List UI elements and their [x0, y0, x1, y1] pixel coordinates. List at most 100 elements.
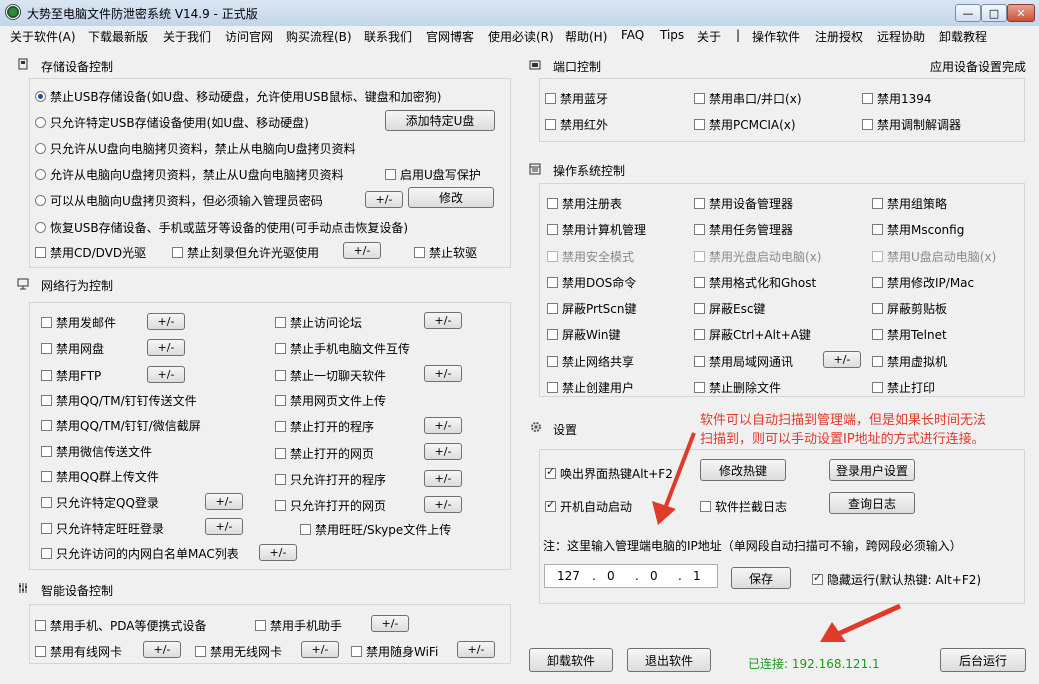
modify-password-button[interactable]: 修改 — [408, 187, 494, 208]
checkbox-block-print[interactable]: 禁止打印 — [872, 379, 935, 396]
qq-plus-minus-button[interactable]: +/- — [205, 493, 243, 510]
ftp-plus-minus-button[interactable]: +/- — [147, 366, 185, 383]
allowed-webpages-plus-minus-button[interactable]: +/- — [424, 496, 462, 513]
checkbox-disable-qq-group[interactable]: 禁用QQ群上传文件 — [41, 468, 159, 485]
checkbox-block-net-share[interactable]: 禁止网络共享 — [547, 353, 634, 370]
radio-allow-specific-usb[interactable]: 只允许特定USB存储设备使用(如U盘、移动硬盘) — [35, 114, 309, 131]
mac-plus-minus-button[interactable]: +/- — [259, 544, 297, 561]
checkbox-block-burn[interactable]: 禁止刻录但允许光驱使用 — [172, 244, 319, 261]
checkbox-autostart[interactable]: 开机自动启动 — [545, 498, 632, 515]
checkbox-specific-wangwang[interactable]: 只允许特定旺旺登录 — [41, 520, 164, 537]
checkbox-disable-netdisk[interactable]: 禁用网盘 — [41, 340, 104, 357]
maximize-button[interactable]: □ — [981, 4, 1007, 22]
checkbox-allowed-programs[interactable]: 只允许打开的程序 — [275, 471, 386, 488]
ip-octet-1[interactable]: 127 — [557, 569, 580, 583]
blocked-webpages-plus-minus-button[interactable]: +/- — [424, 443, 462, 460]
chat-plus-minus-button[interactable]: +/- — [424, 365, 462, 382]
checkbox-disable-pcmcia[interactable]: 禁用PCMCIA(x) — [694, 116, 796, 133]
checkbox-disable-1394[interactable]: 禁用1394 — [862, 90, 932, 107]
uninstall-software-button[interactable]: 卸载软件 — [529, 648, 613, 672]
checkbox-udisk-write-protect[interactable]: 启用U盘写保护 — [385, 166, 481, 183]
checkbox-disable-cd-boot[interactable]: 禁用光盘启动电脑(x) — [694, 248, 821, 265]
menu-download[interactable]: 下载最新版 — [88, 28, 148, 45]
radio-block-usb[interactable]: 禁止USB存储设备(如U盘、移动硬盘，允许使用USB鼠标、键盘和加密狗) — [35, 88, 441, 105]
radio-pc-to-udisk-only[interactable]: 允许从电脑向U盘拷贝资料，禁止从U盘向电脑拷贝资料 — [35, 166, 344, 183]
checkbox-block-create-user[interactable]: 禁止创建用户 — [547, 379, 634, 396]
checkbox-disable-dos[interactable]: 禁用DOS命令 — [547, 274, 636, 291]
checkbox-disable-modem[interactable]: 禁用调制解调器 — [862, 116, 961, 133]
menu-faq[interactable]: FAQ — [621, 28, 644, 42]
checkbox-disable-portable-wifi[interactable]: 禁用随身WiFi — [351, 643, 438, 660]
checkbox-disable-lan-comm[interactable]: 禁用局域网通讯 — [694, 353, 793, 370]
checkbox-disable-screenshot[interactable]: 禁用QQ/TM/钉钉/微信截屏 — [41, 417, 201, 434]
checkbox-block-chat[interactable]: 禁止一切聊天软件 — [275, 367, 386, 384]
menu-must-read[interactable]: 使用必读(R) — [488, 28, 554, 45]
checkbox-block-esc[interactable]: 屏蔽Esc键 — [694, 300, 765, 317]
checkbox-specific-qq[interactable]: 只允许特定QQ登录 — [41, 494, 159, 511]
query-log-button[interactable]: 查询日志 — [829, 492, 915, 514]
lan-comm-plus-minus-button[interactable]: +/- — [823, 351, 861, 368]
menu-about-us[interactable]: 关于我们 — [163, 28, 211, 45]
modify-hotkey-button[interactable]: 修改热键 — [700, 459, 786, 481]
checkbox-disable-usb-boot[interactable]: 禁用U盘启动电脑(x) — [872, 248, 996, 265]
wired-nic-plus-minus-button[interactable]: +/- — [143, 641, 181, 658]
checkbox-block-forum[interactable]: 禁止访问论坛 — [275, 314, 362, 331]
login-user-settings-button[interactable]: 登录用户设置 — [829, 459, 915, 481]
radio-udisk-to-pc-only[interactable]: 只允许从U盘向电脑拷贝资料，禁止从电脑向U盘拷贝资料 — [35, 140, 356, 157]
checkbox-disable-cd-dvd[interactable]: 禁用CD/DVD光驱 — [35, 244, 146, 261]
checkbox-block-prtscn[interactable]: 屏蔽PrtScn键 — [547, 300, 637, 317]
checkbox-disable-vm[interactable]: 禁用虚拟机 — [872, 353, 947, 370]
exit-software-button[interactable]: 退出软件 — [627, 648, 711, 672]
checkbox-disable-telnet[interactable]: 禁用Telnet — [872, 326, 947, 343]
checkbox-block-win-key[interactable]: 屏蔽Win键 — [547, 326, 621, 343]
checkbox-disable-qq-file[interactable]: 禁用QQ/TM/钉钉传送文件 — [41, 392, 197, 409]
email-plus-minus-button[interactable]: +/- — [147, 313, 185, 330]
checkbox-disable-infrared[interactable]: 禁用红外 — [545, 116, 608, 133]
checkbox-disable-registry[interactable]: 禁用注册表 — [547, 195, 622, 212]
checkbox-disable-portable[interactable]: 禁用手机、PDA等便携式设备 — [35, 617, 206, 634]
menu-remote-assist[interactable]: 远程协助 — [877, 28, 925, 45]
checkbox-disable-safe-mode[interactable]: 禁用安全模式 — [547, 248, 634, 265]
allowed-programs-plus-minus-button[interactable]: +/- — [424, 470, 462, 487]
save-ip-button[interactable]: 保存 — [731, 567, 791, 589]
password-plus-minus-button[interactable]: +/- — [365, 191, 403, 208]
menu-purchase[interactable]: 购买流程(B) — [286, 28, 352, 45]
wangwang-plus-minus-button[interactable]: +/- — [205, 518, 243, 535]
menu-uninstall-guide[interactable]: 卸载教程 — [939, 28, 987, 45]
checkbox-block-floppy[interactable]: 禁止软驱 — [414, 244, 477, 261]
menu-operate[interactable]: 操作软件 — [752, 28, 800, 45]
minimize-button[interactable]: — — [955, 4, 981, 22]
radio-restore-usb[interactable]: 恢复USB存储设备、手机或蓝牙等设备的使用(可手动点击恢复设备) — [35, 219, 408, 236]
checkbox-disable-bluetooth[interactable]: 禁用蓝牙 — [545, 90, 608, 107]
menu-tips[interactable]: Tips — [660, 28, 684, 42]
radio-require-admin-password[interactable]: 可以从电脑向U盘拷贝资料，但必须输入管理员密码 — [35, 192, 323, 209]
forum-plus-minus-button[interactable]: +/- — [424, 312, 462, 329]
menu-help[interactable]: 帮助(H) — [565, 28, 607, 45]
portable-wifi-plus-minus-button[interactable]: +/- — [457, 641, 495, 658]
checkbox-disable-task-manager[interactable]: 禁用任务管理器 — [694, 221, 793, 238]
checkbox-disable-computer-mgmt[interactable]: 禁用计算机管理 — [547, 221, 646, 238]
menu-about-software[interactable]: 关于软件(A) — [10, 28, 76, 45]
checkbox-block-clipboard[interactable]: 屏蔽剪贴板 — [872, 300, 947, 317]
checkbox-allowed-webpages[interactable]: 只允许打开的网页 — [275, 497, 386, 514]
phone-assistant-plus-minus-button[interactable]: +/- — [371, 615, 409, 632]
checkbox-disable-ftp[interactable]: 禁用FTP — [41, 367, 101, 384]
ip-octet-3[interactable]: 0 — [650, 569, 658, 583]
checkbox-disable-format-ghost[interactable]: 禁用格式化和Ghost — [694, 274, 816, 291]
checkbox-blocked-webpages[interactable]: 禁止打开的网页 — [275, 445, 374, 462]
checkbox-disable-device-manager[interactable]: 禁用设备管理器 — [694, 195, 793, 212]
menu-register[interactable]: 注册授权 — [815, 28, 863, 45]
wireless-nic-plus-minus-button[interactable]: +/- — [301, 641, 339, 658]
menu-about[interactable]: 关于 — [697, 28, 721, 45]
ip-address-input[interactable]: 127 . 0 . 0 . 1 — [544, 564, 718, 588]
close-button[interactable]: ✕ — [1007, 4, 1035, 22]
checkbox-block-ctrl-alt-a[interactable]: 屏蔽Ctrl+Alt+A键 — [694, 326, 811, 343]
checkbox-disable-group-policy[interactable]: 禁用组策略 — [872, 195, 947, 212]
menu-official-site[interactable]: 访问官网 — [225, 28, 273, 45]
checkbox-disable-wired-nic[interactable]: 禁用有线网卡 — [35, 643, 122, 660]
add-specific-udisk-button[interactable]: 添加特定U盘 — [385, 110, 495, 131]
ip-octet-2[interactable]: 0 — [607, 569, 615, 583]
checkbox-intercept-log[interactable]: 软件拦截日志 — [700, 498, 787, 515]
checkbox-blocked-programs[interactable]: 禁止打开的程序 — [275, 418, 374, 435]
menu-blog[interactable]: 官网博客 — [426, 28, 474, 45]
